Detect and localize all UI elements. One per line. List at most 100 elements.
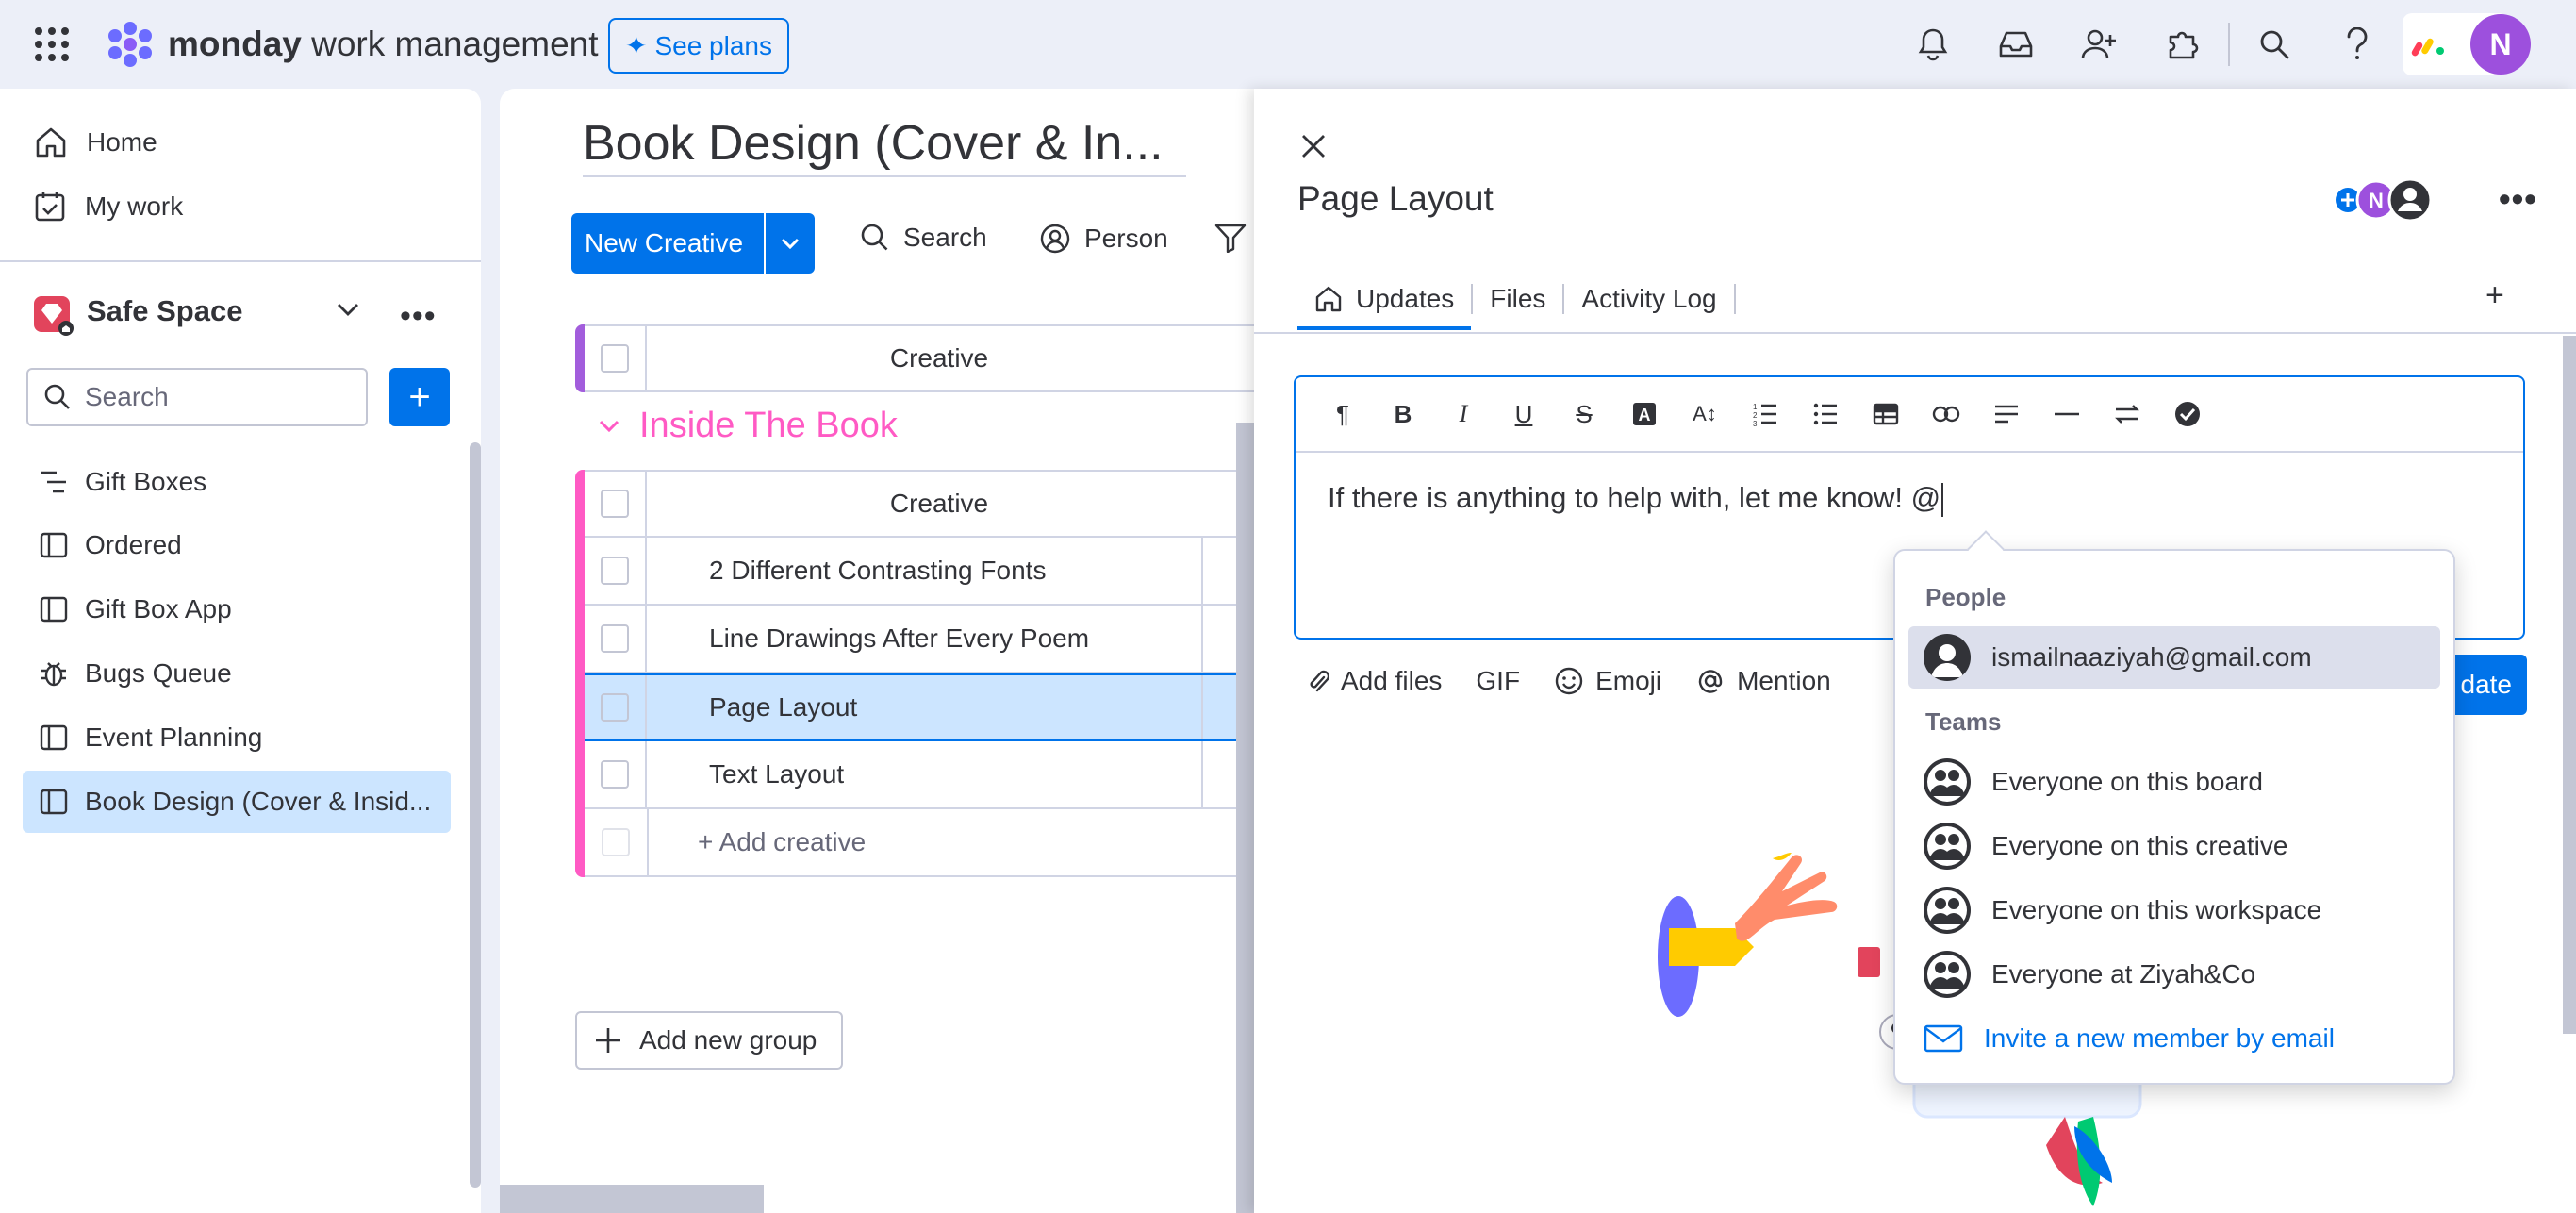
row-checkbox[interactable] xyxy=(601,760,629,789)
table-row[interactable]: Text Layout xyxy=(585,741,1254,809)
group-title[interactable]: Inside The Book xyxy=(598,406,898,446)
item-name[interactable]: Line Drawings After Every Poem xyxy=(647,606,1203,672)
top-bar: monday work management ✦ See plans N xyxy=(0,0,2576,89)
item-title[interactable]: Page Layout xyxy=(1297,179,1494,219)
inbox-icon[interactable] xyxy=(1995,24,2037,65)
sidebar-item-gift-boxes[interactable]: Gift Boxes xyxy=(23,451,451,513)
filter-icon[interactable] xyxy=(1214,223,1247,253)
panel-scrollbar[interactable] xyxy=(2563,336,2576,1034)
workspace-name[interactable]: Safe Space xyxy=(87,294,242,328)
editor-content[interactable]: If there is anything to help with, let m… xyxy=(1328,481,1944,517)
italic-icon[interactable]: I xyxy=(1433,391,1494,437)
board-scrollbar-horizontal[interactable] xyxy=(500,1185,764,1213)
sidebar-item-bugs-queue[interactable]: Bugs Queue xyxy=(23,642,451,705)
text-size-icon[interactable]: A↕ xyxy=(1675,391,1735,437)
add-group-button[interactable]: Add new group xyxy=(575,1011,843,1070)
bullet-list-icon[interactable] xyxy=(1795,391,1856,437)
sidebar-search-input[interactable]: Search xyxy=(26,368,368,426)
tab-updates[interactable]: Updates xyxy=(1297,268,1472,330)
mention-button[interactable]: Mention xyxy=(1695,666,1831,696)
svg-text:N: N xyxy=(2369,189,2384,212)
text-direction-icon[interactable] xyxy=(2097,391,2157,437)
checklist-icon[interactable] xyxy=(2157,391,2218,437)
table-icon[interactable] xyxy=(1856,391,1916,437)
item-name[interactable]: 2 Different Contrasting Fonts xyxy=(647,538,1203,604)
board-search-button[interactable]: Search xyxy=(860,223,987,253)
text-caret xyxy=(1941,482,1944,517)
user-avatar[interactable]: N xyxy=(2470,14,2531,75)
sidebar-scrollbar[interactable] xyxy=(470,442,481,1188)
underline-icon[interactable]: U xyxy=(1494,391,1554,437)
close-icon[interactable] xyxy=(1299,132,1328,160)
numbered-list-icon[interactable]: 123 xyxy=(1735,391,1795,437)
item-more-icon[interactable]: ••• xyxy=(2499,179,2537,219)
sidebar-item-event-planning[interactable]: Event Planning xyxy=(23,706,451,769)
mention-dropdown: People ismailnaaziyah@gmail.com Teams Ev… xyxy=(1893,530,2455,1085)
add-files-button[interactable]: Add files xyxy=(1307,666,1442,696)
help-icon[interactable] xyxy=(2337,24,2378,65)
divider-icon[interactable] xyxy=(2037,391,2097,437)
add-item-row[interactable]: + Add creative xyxy=(585,809,1254,877)
align-icon[interactable] xyxy=(1976,391,2037,437)
nav-my-work[interactable]: My work xyxy=(34,191,183,223)
new-item-button[interactable]: New Creative xyxy=(571,213,815,274)
person-filter-button[interactable]: Person xyxy=(1039,223,1168,255)
row-checkbox[interactable] xyxy=(601,624,629,653)
item-name[interactable]: Page Layout xyxy=(647,675,1203,739)
row-checkbox[interactable] xyxy=(601,693,629,722)
person-avatar-icon xyxy=(1924,634,1971,681)
emoji-button[interactable]: Emoji xyxy=(1554,666,1661,696)
invite-member-link[interactable]: Invite a new member by email xyxy=(1908,1007,2440,1070)
select-all-checkbox[interactable] xyxy=(601,490,629,518)
search-icon[interactable] xyxy=(2254,24,2295,65)
my-work-icon xyxy=(35,192,65,222)
select-all-checkbox[interactable] xyxy=(601,344,629,373)
svg-text:1: 1 xyxy=(1753,403,1758,411)
row-checkbox[interactable] xyxy=(601,557,629,585)
workspace-gem-icon xyxy=(34,296,74,336)
chevron-down-icon[interactable] xyxy=(336,302,360,317)
mention-person-item[interactable]: ismailnaaziyah@gmail.com xyxy=(1908,626,2440,689)
panel-tabs: Updates Files Activity Log xyxy=(1297,268,1736,330)
apps-grid-icon[interactable] xyxy=(34,26,70,62)
table-row-selected[interactable]: Page Layout xyxy=(585,673,1254,741)
workspace-more-icon[interactable]: ••• xyxy=(400,298,437,335)
sidebar-item-gift-box-app[interactable]: Gift Box App xyxy=(23,578,451,640)
mention-team-item[interactable]: Everyone on this board xyxy=(1908,751,2440,813)
mention-team-item[interactable]: Everyone on this workspace xyxy=(1908,879,2440,941)
board-icon xyxy=(40,596,68,623)
bold-icon[interactable]: B xyxy=(1373,391,1433,437)
mention-team-item[interactable]: Everyone on this creative xyxy=(1908,815,2440,877)
add-item-input[interactable]: + Add creative xyxy=(647,809,1203,875)
paragraph-icon[interactable]: ¶ xyxy=(1313,391,1373,437)
mention-team-item[interactable]: Everyone at Ziyah&Co xyxy=(1908,943,2440,1005)
sidebar-item-book-design[interactable]: Book Design (Cover & Insid... xyxy=(23,771,451,833)
sidebar-item-ordered[interactable]: Ordered xyxy=(23,514,451,576)
chevron-down-icon[interactable] xyxy=(598,419,620,434)
invite-members-icon[interactable] xyxy=(2078,24,2120,65)
chevron-down-icon[interactable] xyxy=(764,213,815,274)
item-name[interactable]: Text Layout xyxy=(647,741,1203,807)
notifications-bell-icon[interactable] xyxy=(1912,24,1954,65)
strikethrough-icon[interactable]: S xyxy=(1554,391,1614,437)
nav-home[interactable]: Home xyxy=(34,126,157,158)
text-color-icon[interactable]: A xyxy=(1614,391,1675,437)
people-section-header: People xyxy=(1925,583,2006,611)
board-scrollbar-vertical[interactable] xyxy=(1236,423,1254,1213)
table-row[interactable]: Line Drawings After Every Poem xyxy=(585,606,1254,673)
tab-activity-log[interactable]: Activity Log xyxy=(1564,268,1733,330)
integrations-puzzle-icon[interactable] xyxy=(2161,24,2203,65)
gif-button[interactable]: GIF xyxy=(1476,666,1520,696)
tab-files[interactable]: Files xyxy=(1473,268,1562,330)
link-icon[interactable] xyxy=(1916,391,1976,437)
see-plans-button[interactable]: ✦ See plans xyxy=(608,18,789,74)
subscribers-avatars[interactable]: N xyxy=(2329,175,2433,224)
column-header-creative[interactable]: Creative xyxy=(647,326,1231,390)
add-board-button[interactable]: + xyxy=(389,368,450,426)
sparkle-icon: ✦ xyxy=(624,31,648,60)
column-header-creative[interactable]: Creative xyxy=(647,472,1231,536)
paperclip-icon xyxy=(1310,670,1329,692)
table-row[interactable]: 2 Different Contrasting Fonts xyxy=(585,538,1254,606)
board-title[interactable]: Book Design (Cover & In... xyxy=(583,115,1186,177)
add-view-button[interactable]: + xyxy=(2485,277,2504,314)
